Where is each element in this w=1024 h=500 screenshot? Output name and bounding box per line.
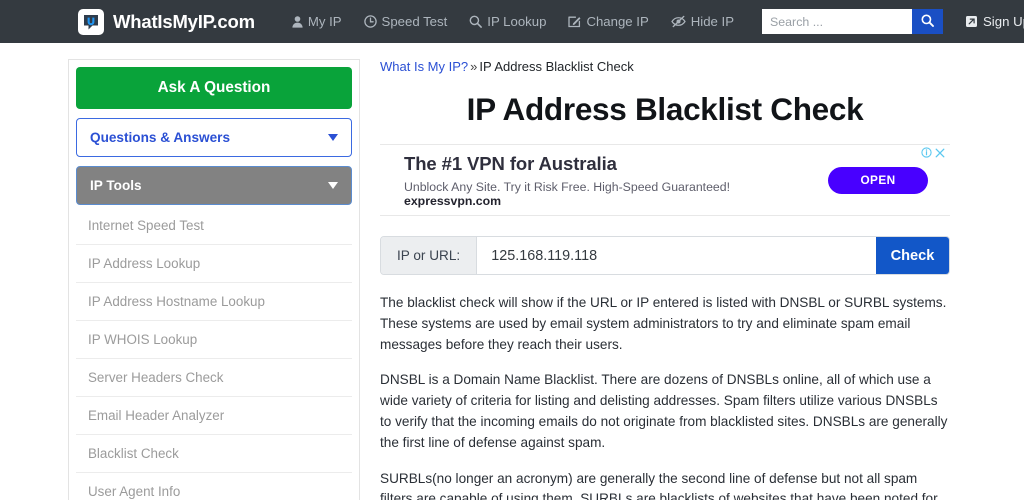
sidebar: Ask A Question Questions & Answers IP To… (68, 59, 360, 500)
ad-subline: Unblock Any Site. Try it Risk Free. High… (404, 180, 828, 208)
ad-open-button[interactable]: OPEN (828, 166, 928, 194)
ad-text-block: The #1 VPN for Australia Unblock Any Sit… (404, 153, 828, 208)
sidebar-item-blacklist-check[interactable]: Blacklist Check (76, 435, 352, 473)
sign-up-icon (965, 15, 978, 28)
blacklist-check-form: IP or URL: Check (380, 236, 950, 275)
nav-speed-test[interactable]: Speed Test (353, 14, 459, 29)
sidebar-item-server-headers-check[interactable]: Server Headers Check (76, 359, 352, 397)
accordion-label: Questions & Answers (90, 130, 230, 145)
sidebar-item-user-agent-info[interactable]: User Agent Info (76, 473, 352, 500)
nav-hide-ip[interactable]: Hide IP (660, 14, 745, 29)
ad-choices-controls[interactable] (921, 147, 945, 161)
sign-up-link[interactable]: Sign Up (957, 14, 1024, 29)
close-icon[interactable] (935, 148, 945, 161)
sidebar-accordions: Questions & Answers IP Tools (76, 118, 352, 205)
chevron-down-icon (328, 134, 338, 141)
eye-slash-icon (671, 15, 686, 28)
ad-subline-text: Unblock Any Site. Try it Risk Free. High… (404, 179, 731, 194)
article-body: The blacklist check will show if the URL… (380, 293, 950, 500)
paragraph-2: DNSBL is a Domain Name Blacklist. There … (380, 372, 948, 450)
nav-label: Speed Test (381, 14, 448, 29)
sidebar-item-internet-speed-test[interactable]: Internet Speed Test (76, 207, 352, 245)
paragraph-1: The blacklist check will show if the URL… (380, 295, 947, 352)
nav-change-ip[interactable]: Change IP (557, 14, 659, 29)
page-title: IP Address Blacklist Check (466, 91, 864, 127)
main-content: What Is My IP?» IP Address Blacklist Chec… (380, 59, 950, 500)
whatismyip-logo-icon (78, 8, 104, 35)
info-circle-icon[interactable] (921, 147, 932, 161)
check-button[interactable]: Check (876, 237, 949, 274)
site-header: WhatIsMyIP.com My IP Speed Test IP Looku… (0, 0, 1024, 43)
ip-or-url-label: IP or URL: (381, 237, 478, 274)
user-icon (292, 15, 303, 28)
search-input[interactable] (762, 9, 913, 34)
chevron-down-icon (328, 182, 338, 189)
nav-label: IP Lookup (487, 14, 547, 29)
breadcrumb-current: IP Address Blacklist Check (479, 59, 634, 74)
sidebar-item-ip-hostname-lookup[interactable]: IP Address Hostname Lookup (76, 283, 352, 321)
ad-advertiser: expressvpn.com (404, 193, 502, 208)
gauge-clock-icon (363, 15, 377, 28)
site-search (762, 9, 944, 34)
ip-tools-list: Internet Speed Test IP Address Lookup IP… (76, 207, 352, 500)
sidebar-item-ip-address-lookup[interactable]: IP Address Lookup (76, 245, 352, 283)
accordion-questions-answers[interactable]: Questions & Answers (76, 118, 352, 157)
nav-label: Hide IP (690, 14, 735, 29)
nav-label: My IP (307, 14, 342, 29)
search-icon (469, 15, 483, 28)
edit-square-icon (568, 15, 581, 28)
brand-name: WhatIsMyIP.com (113, 10, 255, 32)
page-body: Ask A Question Questions & Answers IP To… (0, 43, 1024, 500)
sidebar-item-ip-whois-lookup[interactable]: IP WHOIS Lookup (76, 321, 352, 359)
nav-my-ip[interactable]: My IP (281, 14, 353, 29)
accordion-ip-tools[interactable]: IP Tools (76, 166, 352, 205)
auth-label: Sign Up (983, 14, 1024, 29)
ip-or-url-input[interactable] (477, 237, 876, 274)
search-submit-button[interactable] (912, 9, 944, 34)
brand-logo-link[interactable]: WhatIsMyIP.com (78, 8, 255, 35)
advertisement-banner[interactable]: The #1 VPN for Australia Unblock Any Sit… (380, 144, 950, 216)
breadcrumb: What Is My IP?» IP Address Blacklist Chec… (380, 59, 950, 74)
breadcrumb-separator: » (470, 59, 478, 74)
ask-a-question-button[interactable]: Ask A Question (76, 67, 352, 109)
paragraph-3: SURBLs(no longer an acronym) are general… (380, 470, 938, 500)
breadcrumb-home-link[interactable]: What Is My IP? (380, 59, 468, 74)
sidebar-item-email-header-analyzer[interactable]: Email Header Analyzer (76, 397, 352, 435)
nav-ip-lookup[interactable]: IP Lookup (458, 14, 557, 29)
ad-headline: The #1 VPN for Australia (404, 152, 617, 174)
accordion-label: IP Tools (90, 178, 142, 193)
auth-navigation: Sign Up Login (957, 14, 1024, 29)
search-icon (921, 14, 934, 30)
nav-label: Change IP (586, 14, 649, 29)
main-navigation: My IP Speed Test IP Lookup Change IP Hid (281, 14, 745, 29)
